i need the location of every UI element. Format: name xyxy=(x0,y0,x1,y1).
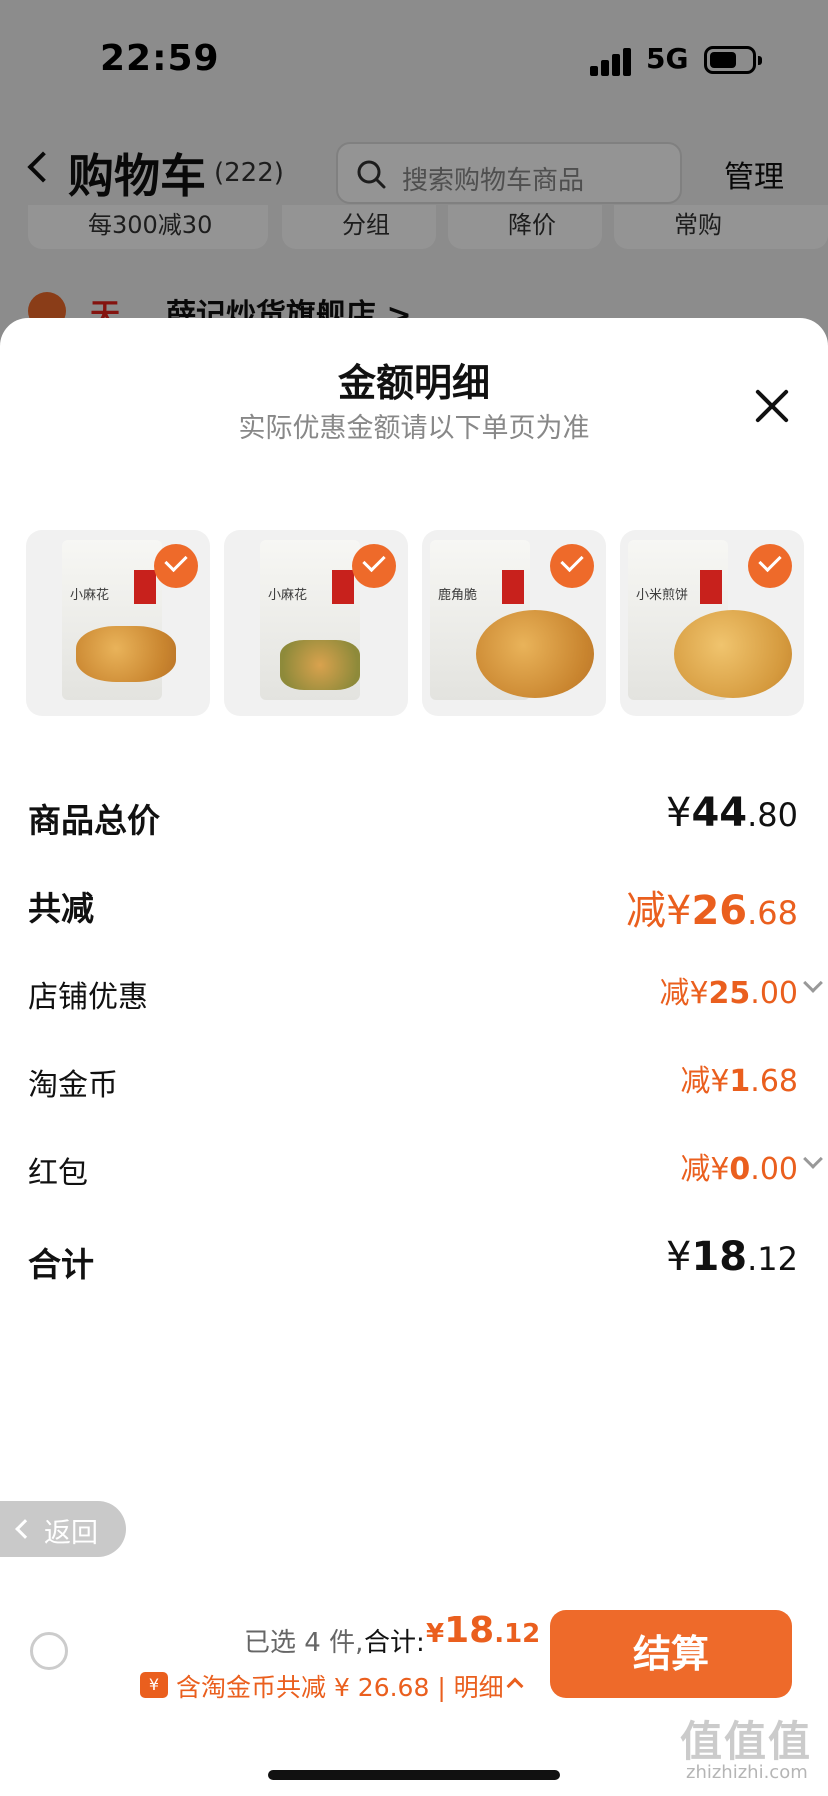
chevron-up-icon[interactable] xyxy=(506,1677,524,1695)
row-taojinbi: 淘金币 减¥1.68 xyxy=(28,1056,798,1106)
row-label: 红包 xyxy=(28,1156,88,1191)
chevron-down-icon[interactable] xyxy=(803,1149,823,1169)
total-label: 合计: xyxy=(364,1628,425,1658)
row-label: 合计 xyxy=(28,1245,94,1284)
row-label: 店铺优惠 xyxy=(28,980,148,1015)
check-icon[interactable] xyxy=(154,544,198,588)
row-value: ¥44.80 xyxy=(665,790,798,836)
total-value: ¥18.12 xyxy=(426,1610,541,1651)
row-label: 共减 xyxy=(28,889,94,928)
row-label: 淘金币 xyxy=(28,1068,118,1103)
row-value: 减¥26.68 xyxy=(625,888,798,934)
chevron-down-icon[interactable] xyxy=(803,973,823,993)
check-icon[interactable] xyxy=(550,544,594,588)
watermark-url: zhizhizhi.com xyxy=(686,1762,808,1783)
check-icon[interactable] xyxy=(352,544,396,588)
product-thumbnail[interactable]: 小麻花 xyxy=(224,530,408,716)
select-all-checkbox[interactable] xyxy=(30,1632,68,1670)
product-thumbnail[interactable]: 小麻花 xyxy=(26,530,210,716)
check-icon[interactable] xyxy=(748,544,792,588)
home-indicator xyxy=(268,1770,560,1780)
row-value: 减¥0.00 xyxy=(680,1152,798,1187)
row-label: 商品总价 xyxy=(28,801,160,840)
sheet-title: 金额明细 xyxy=(337,361,490,405)
row-total-price: 商品总价 ¥44.80 xyxy=(28,790,798,840)
checkout-button[interactable]: 结算 xyxy=(550,1610,792,1698)
amount-detail-sheet: 金额明细 实际优惠金额请以下单页为准 小麻花 小麻花 鹿角脆 小米煎饼 商品总价… xyxy=(0,318,828,1796)
product-thumbnails: 小麻花 小麻花 鹿角脆 小米煎饼 xyxy=(26,530,806,716)
watermark: 值值值 xyxy=(680,1717,813,1766)
row-red-packet[interactable]: 红包 减¥0.00 xyxy=(28,1144,823,1194)
row-value: 减¥25.00 xyxy=(659,976,798,1011)
coin-icon: ¥ xyxy=(140,1672,168,1698)
product-thumbnail[interactable]: 小米煎饼 xyxy=(620,530,804,716)
close-icon[interactable] xyxy=(752,386,792,426)
row-value: ¥18.12 xyxy=(665,1234,798,1280)
back-label: 返回 xyxy=(44,1518,98,1549)
row-grand-total: 合计 ¥18.12 xyxy=(28,1234,798,1284)
coin-discount-detail[interactable]: 含淘金币共减 ¥ 26.68 | 明细 xyxy=(176,1668,504,1704)
sheet-subtitle: 实际优惠金额请以下单页为准 xyxy=(238,413,590,444)
chevron-left-icon xyxy=(15,1519,35,1539)
selected-count: 已选 4 件, xyxy=(244,1628,364,1658)
row-total-discount: 共减 减¥26.68 xyxy=(28,878,798,934)
back-button[interactable]: 返回 xyxy=(0,1501,126,1557)
row-value: 减¥1.68 xyxy=(680,1064,798,1099)
product-thumbnail[interactable]: 鹿角脆 xyxy=(422,530,606,716)
row-store-discount[interactable]: 店铺优惠 减¥25.00 xyxy=(28,968,823,1018)
